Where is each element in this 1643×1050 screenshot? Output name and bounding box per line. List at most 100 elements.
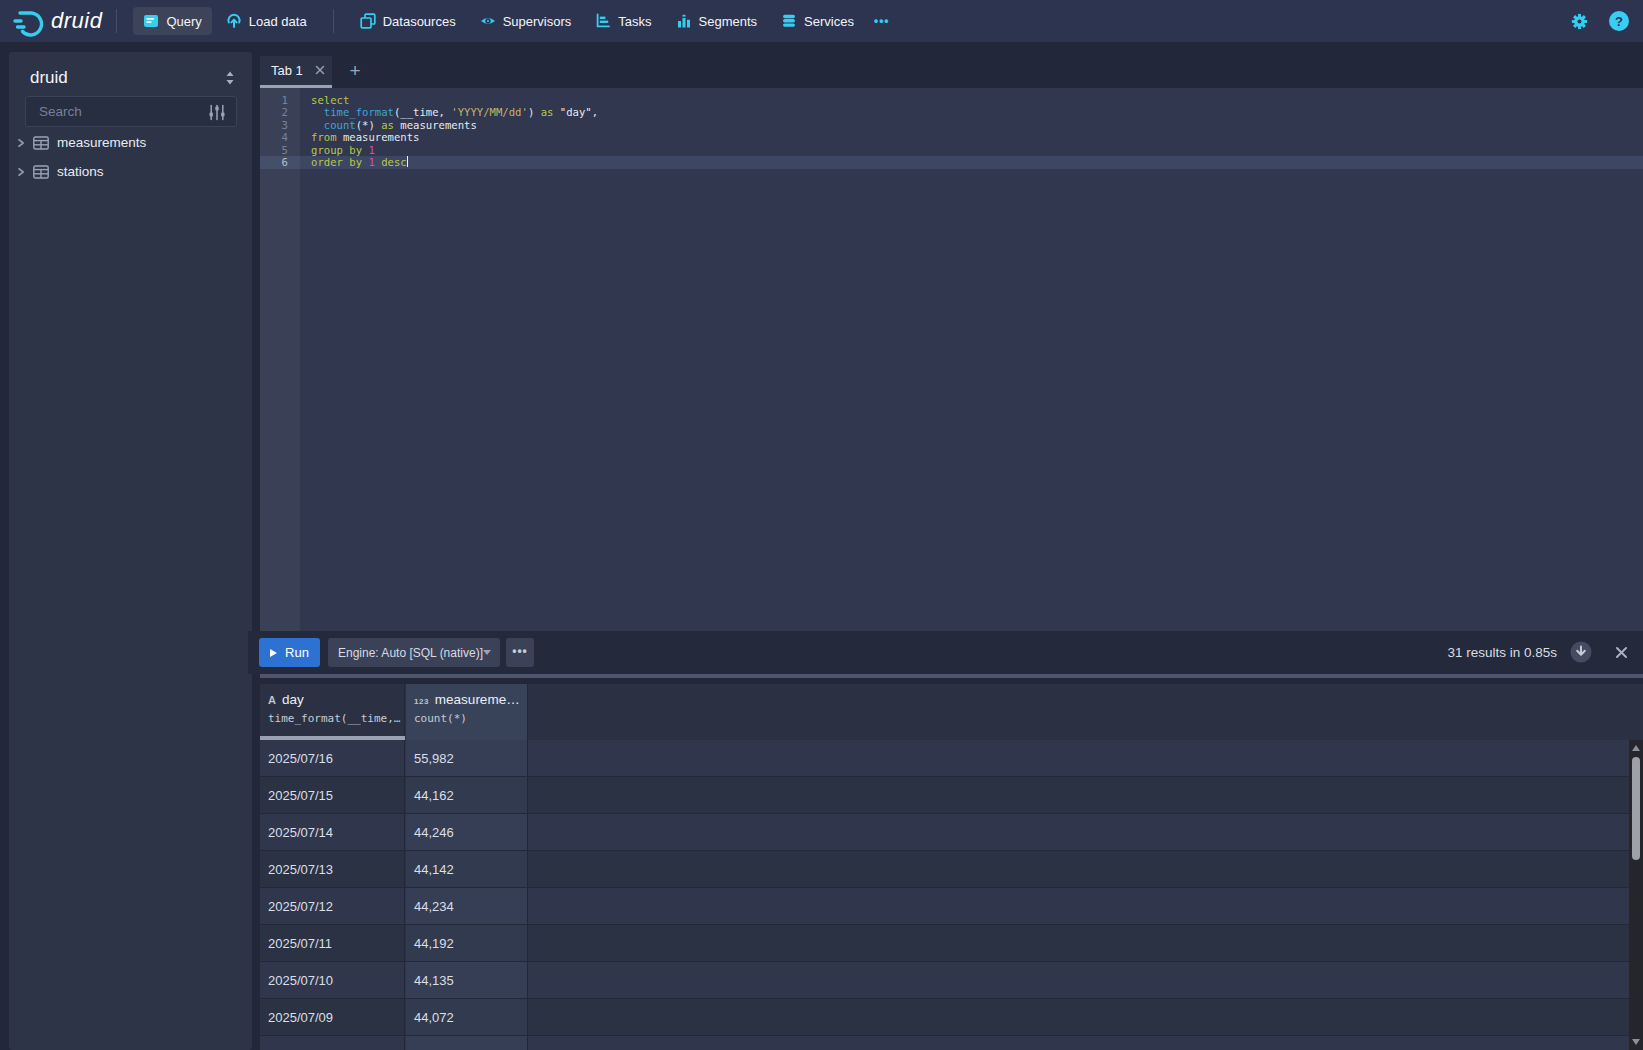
cell-day[interactable]: 2025/07/16 — [260, 740, 405, 776]
table-row[interactable]: 2025/07/0944,072 — [260, 999, 1643, 1036]
cell-day[interactable]: 2025/07/10 — [260, 962, 405, 998]
code-line-2: 2 time_format(__time, 'YYYY/MM/dd') as "… — [260, 106, 1643, 118]
cell-day[interactable]: 2025/07/12 — [260, 888, 405, 924]
line-number: 4 — [260, 131, 300, 143]
navbar-separator — [116, 9, 117, 33]
nav-item-tasks[interactable]: Tasks — [585, 7, 661, 35]
run-button[interactable]: Run — [259, 638, 320, 667]
column-header-measurements[interactable]: 123measureme… count(*) — [406, 684, 528, 740]
cell-measurements[interactable]: 44,162 — [406, 777, 528, 813]
table-row[interactable]: 2025/07/1544,162 — [260, 777, 1643, 814]
nav-item-segments[interactable]: Segments — [666, 7, 768, 35]
cell-day[interactable]: 2025/07/13 — [260, 851, 405, 887]
table-row[interactable]: 2025/07/1044,135 — [260, 962, 1643, 999]
column-expression: time_format(__time,… — [268, 712, 404, 725]
console-icon — [143, 13, 159, 29]
top-navbar: druid Query Load data DatasourcesSuperviso… — [0, 0, 1643, 42]
add-tab-button[interactable]: + — [344, 58, 366, 84]
chevron-right-icon[interactable] — [9, 167, 33, 177]
search-box[interactable] — [25, 96, 237, 127]
results-rows: 2025/07/1655,9822025/07/1544,1622025/07/… — [260, 740, 1643, 1050]
sql-editor[interactable]: 1select2 time_format(__time, 'YYYY/MM/dd… — [260, 88, 1643, 631]
nav-item-supervisors[interactable]: Supervisors — [470, 7, 582, 35]
schema-sidebar: druid measurements stations — [9, 52, 252, 1050]
nav-item-datasources[interactable]: Datasources — [350, 7, 466, 35]
chevron-right-icon[interactable] — [9, 138, 33, 148]
cell-day[interactable]: 2025/07/09 — [260, 999, 405, 1035]
database-icon — [781, 13, 797, 29]
schema-title: druid — [30, 68, 68, 88]
table-row[interactable]: 2025/07/1444,246 — [260, 814, 1643, 851]
scrollbar-thumb[interactable] — [1632, 757, 1640, 860]
help-icon[interactable]: ? — [1609, 11, 1629, 31]
table-row-partial[interactable] — [260, 1036, 1643, 1050]
cell-measurements[interactable]: 44,234 — [406, 888, 528, 924]
line-number: 5 — [260, 144, 300, 156]
cell-day[interactable]: 2025/07/11 — [260, 925, 405, 961]
download-icon[interactable] — [1570, 641, 1592, 663]
tab-close-icon[interactable] — [315, 65, 325, 75]
tab-label: Tab 1 — [271, 63, 303, 78]
navbar-separator — [333, 9, 334, 33]
cell-measurements[interactable]: 44,072 — [406, 999, 528, 1035]
result-status: 31 results in 0.85s — [1447, 631, 1557, 674]
column-header-day[interactable]: Aday time_format(__time,… — [260, 684, 405, 740]
cell-measurements[interactable]: 44,142 — [406, 851, 528, 887]
tree-item-label: measurements — [57, 135, 146, 150]
nav-item-label: Tasks — [618, 14, 651, 29]
table-icon — [33, 136, 54, 150]
vertical-scrollbar[interactable] — [1629, 740, 1643, 1050]
editor-gutter — [260, 88, 300, 631]
code-lines: 1select2 time_format(__time, 'YYYY/MM/dd… — [260, 94, 1643, 169]
tree-item-measurements[interactable]: measurements — [9, 128, 252, 157]
datasources-icon — [360, 13, 376, 29]
scroll-down-arrow[interactable] — [1632, 1039, 1640, 1045]
table-row[interactable]: 2025/07/1244,234 — [260, 888, 1643, 925]
column-name: measureme… — [435, 692, 520, 707]
column-name: day — [282, 692, 304, 707]
table-row[interactable]: 2025/07/1144,192 — [260, 925, 1643, 962]
barchart-icon — [676, 13, 692, 29]
close-results-icon[interactable] — [1615, 646, 1628, 659]
string-type-icon: A — [268, 694, 276, 706]
nav-item-load-data[interactable]: Load data — [216, 7, 317, 35]
datasource-tree: measurements stations — [9, 128, 252, 186]
results-header: Aday time_format(__time,… 123measureme… … — [260, 684, 1643, 740]
code-line-3: 3 count(*) as measurements — [260, 119, 1643, 131]
nav-item-label: Segments — [699, 14, 758, 29]
upload-icon — [226, 13, 242, 29]
tree-item-stations[interactable]: stations — [9, 157, 252, 186]
search-input[interactable] — [26, 97, 236, 126]
scroll-up-arrow[interactable] — [1632, 745, 1640, 751]
engine-select-button[interactable]: Engine: Auto [SQL (native)] — [328, 638, 500, 667]
query-more-button[interactable]: ••• — [506, 638, 534, 667]
run-toolbar: Run Engine: Auto [SQL (native)] ••• 31 r… — [248, 631, 1643, 674]
cell-measurements[interactable]: 44,192 — [406, 925, 528, 961]
druid-logo-icon — [12, 4, 46, 38]
code-line-6: 6order by 1 desc — [260, 156, 1643, 168]
table-row[interactable]: 2025/07/1344,142 — [260, 851, 1643, 888]
more-menu-button[interactable]: ••• — [866, 8, 898, 34]
line-number: 6 — [260, 156, 300, 168]
nav-item-services[interactable]: Services — [771, 7, 864, 35]
query-tab[interactable]: Tab 1 — [260, 56, 332, 88]
nav-item-label: Load data — [249, 14, 307, 29]
line-number: 2 — [260, 106, 300, 118]
code-line-1: 1select — [260, 94, 1643, 106]
table-icon — [33, 165, 54, 179]
caret-down-icon — [483, 650, 491, 655]
cell-measurements[interactable]: 44,246 — [406, 814, 528, 850]
settings-gear-icon[interactable] — [1570, 12, 1589, 31]
nav-item-query[interactable]: Query — [133, 7, 211, 35]
gantt-icon — [595, 13, 611, 29]
cell-day[interactable]: 2025/07/15 — [260, 777, 405, 813]
code-line-4: 4from measurements — [260, 131, 1643, 143]
nav-item-label: Services — [804, 14, 854, 29]
cell-measurements[interactable]: 44,135 — [406, 962, 528, 998]
filter-icon[interactable] — [208, 104, 226, 121]
table-row[interactable]: 2025/07/1655,982 — [260, 740, 1643, 777]
druid-logo[interactable]: druid — [12, 4, 102, 38]
cell-day[interactable]: 2025/07/14 — [260, 814, 405, 850]
cell-measurements[interactable]: 55,982 — [406, 740, 528, 776]
sort-icon[interactable] — [224, 70, 236, 86]
